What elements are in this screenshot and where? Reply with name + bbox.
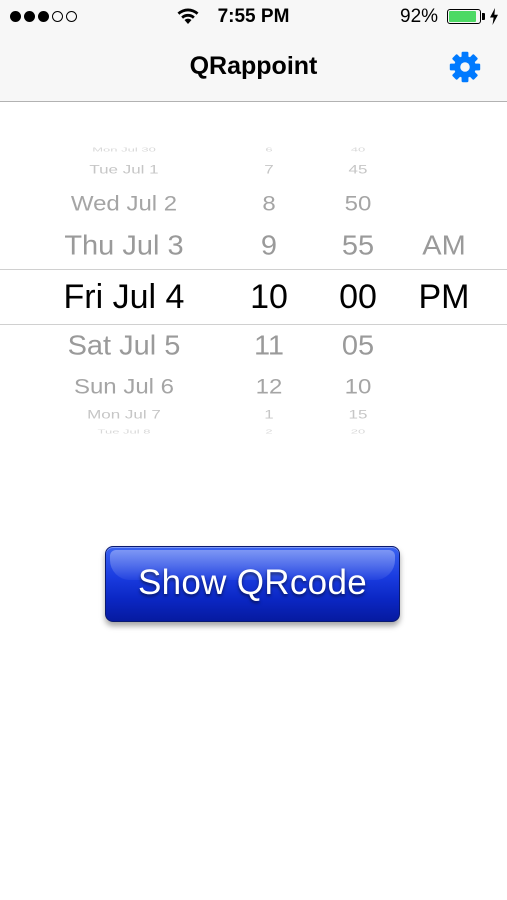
picker-date: Thu Jul 3 — [64, 230, 184, 262]
picker-ampm: AM — [422, 230, 466, 262]
picker-minute: 40 — [350, 146, 366, 153]
picker-hour: 12 — [255, 375, 283, 399]
picker-date: Mon Jul 30 — [92, 146, 156, 153]
gear-icon[interactable] — [446, 48, 484, 86]
picker-date: Wed Jul 2 — [70, 192, 178, 216]
picker-hour: 7 — [264, 163, 274, 177]
battery-level — [449, 11, 476, 22]
picker-minute: 50 — [344, 192, 372, 216]
picker-hour: 2 — [265, 428, 273, 435]
picker-hour: 8 — [262, 192, 276, 216]
battery-icon — [447, 9, 481, 24]
page-title: QRappoint — [189, 52, 318, 80]
picker-minute: 45 — [348, 163, 368, 177]
navigation-bar: QRappoint — [0, 34, 507, 102]
picker-hour: 6 — [265, 146, 273, 153]
battery-tip — [482, 13, 485, 20]
picker-row[interactable]: Sun Jul 6 12 10 — [0, 375, 507, 407]
picker-hour: 10 — [250, 278, 288, 316]
picker-date: Tue Jul 8 — [97, 428, 151, 435]
picker-hour: 11 — [253, 330, 285, 362]
picker-minute: 05 — [341, 330, 375, 362]
status-bar: 7:55 PM 92% — [0, 0, 507, 34]
picker-date: Sat Jul 5 — [67, 330, 181, 362]
picker-row-selected[interactable]: Fri Jul 4 10 00 PM — [0, 278, 507, 320]
picker-row[interactable]: Wed Jul 2 8 50 — [0, 192, 507, 224]
picker-ampm: PM — [418, 278, 470, 316]
picker-minute: 55 — [341, 230, 375, 262]
picker-date: Fri Jul 4 — [63, 278, 185, 316]
picker-row[interactable]: Tue Jul 8 2 20 — [0, 428, 507, 449]
picker-date: Sun Jul 6 — [73, 375, 175, 399]
picker-minute: 00 — [339, 278, 377, 316]
picker-row[interactable]: Sat Jul 5 11 05 — [0, 330, 507, 367]
show-qrcode-label: Show QRcode — [138, 563, 367, 602]
picker-date: Tue Jul 1 — [89, 163, 159, 177]
show-qrcode-button[interactable]: Show QRcode — [105, 546, 400, 622]
charging-bolt-icon — [490, 8, 498, 25]
picker-hour: 1 — [264, 408, 274, 422]
picker-row[interactable]: Thu Jul 3 9 55 AM — [0, 230, 507, 267]
battery-percent: 92% — [400, 6, 439, 27]
picker-date: Mon Jul 7 — [87, 408, 161, 422]
picker-minute: 15 — [348, 408, 368, 422]
date-time-picker[interactable]: Mon Jul 30 6 40 Tue Jul 1 7 45 Wed Jul 2 8 50 Thu… — [0, 140, 507, 440]
picker-row[interactable]: Tue Jul 1 7 45 — [0, 163, 507, 188]
picker-hour: 9 — [260, 230, 278, 262]
picker-minute: 20 — [350, 428, 366, 435]
picker-minute: 10 — [344, 375, 372, 399]
